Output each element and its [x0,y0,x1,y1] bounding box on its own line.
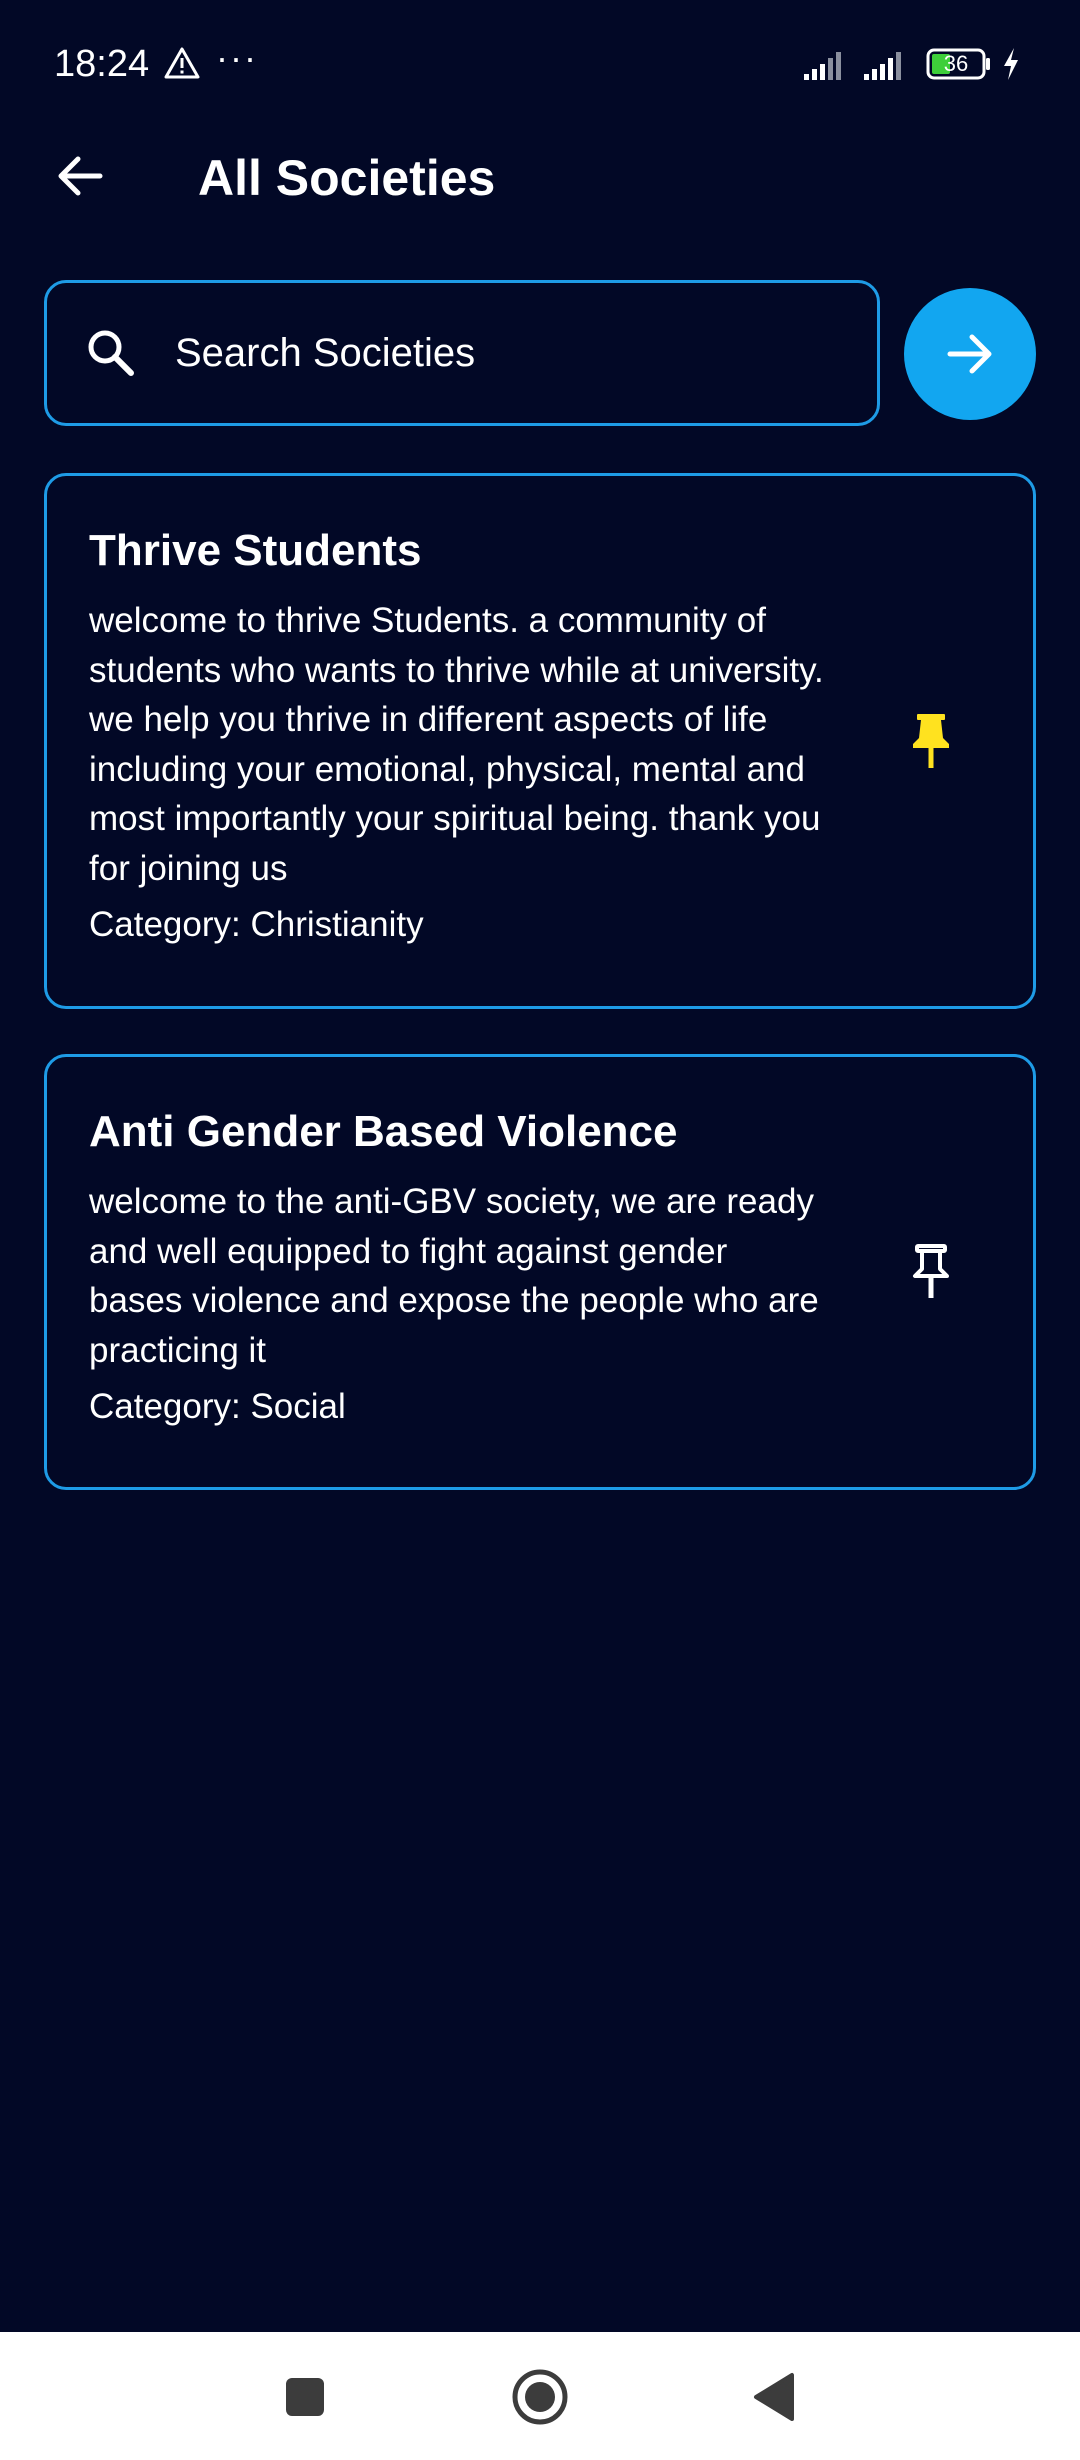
status-time: 18:24 [54,43,150,85]
battery-level: 36 [943,51,969,76]
recents-button[interactable] [270,2362,340,2432]
arrow-right-icon [947,334,992,374]
back-button[interactable] [44,140,116,212]
search-input[interactable] [175,313,877,393]
system-nav-bar [0,2332,1080,2460]
system-back-button[interactable] [740,2362,810,2432]
society-card[interactable]: Anti Gender Based Violence welcome to th… [44,1054,1036,1490]
pin-outline-icon [913,1244,949,1298]
society-description: welcome to thrive Students. a community … [89,601,824,888]
page-title: All Societies [198,150,496,206]
society-name: Anti Gender Based Violence [89,1107,678,1156]
status-more-icon: ··· [216,37,258,78]
pin-button[interactable] [899,710,963,774]
charging-icon [1004,48,1018,80]
arrow-left-icon [58,156,103,196]
society-category: Category: Social [89,1387,346,1426]
home-button[interactable] [505,2362,575,2432]
back-icon [754,2373,794,2421]
signal-icon [864,52,901,80]
search-icon [88,330,134,376]
signal-icon [804,52,841,80]
society-card[interactable]: Thrive Students welcome to thrive Studen… [44,473,1036,1009]
search-box[interactable] [44,280,880,426]
search-submit-button[interactable] [904,288,1036,420]
warning-icon [164,47,200,79]
pin-button[interactable] [899,1241,963,1305]
home-icon [512,2369,568,2425]
society-category: Category: Christianity [89,905,424,944]
recents-icon [286,2378,324,2416]
society-description: welcome to the anti-GBV society, we are … [89,1182,819,1370]
screen: 18:24 ··· 36 All Societies Search Societ… [0,0,1080,2460]
status-bar: 18:24 ··· 36 [0,0,1080,130]
pin-filled-icon [913,714,949,768]
society-name: Thrive Students [89,526,422,575]
